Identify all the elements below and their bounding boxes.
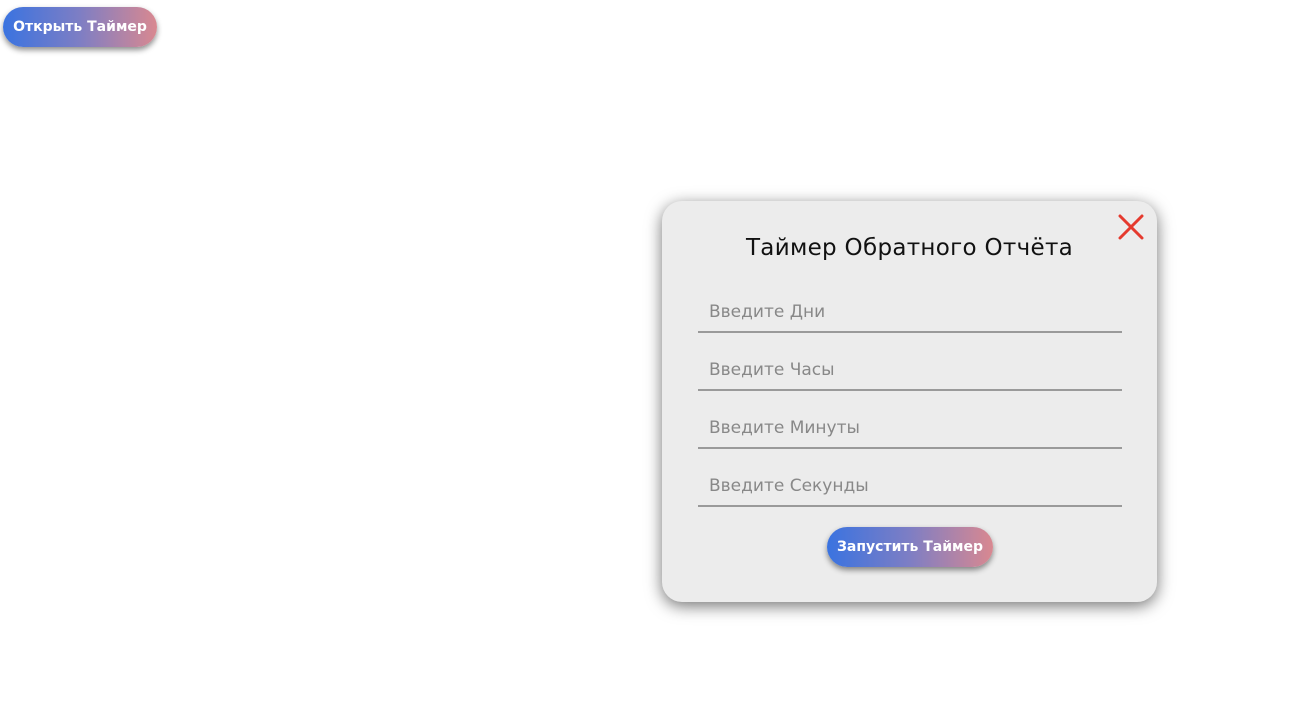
start-timer-button[interactable]: Запустить Таймер <box>827 527 993 567</box>
timer-modal: Таймер Обратного Отчёта Запустить Таймер <box>662 201 1157 602</box>
hours-input[interactable] <box>698 351 1122 391</box>
seconds-input[interactable] <box>698 467 1122 507</box>
minutes-input[interactable] <box>698 409 1122 449</box>
page: Открыть Таймер Таймер Обратного Отчёта З… <box>0 0 1297 722</box>
open-timer-button[interactable]: Открыть Таймер <box>3 7 157 47</box>
modal-title: Таймер Обратного Отчёта <box>745 235 1074 261</box>
days-input[interactable] <box>698 293 1122 333</box>
